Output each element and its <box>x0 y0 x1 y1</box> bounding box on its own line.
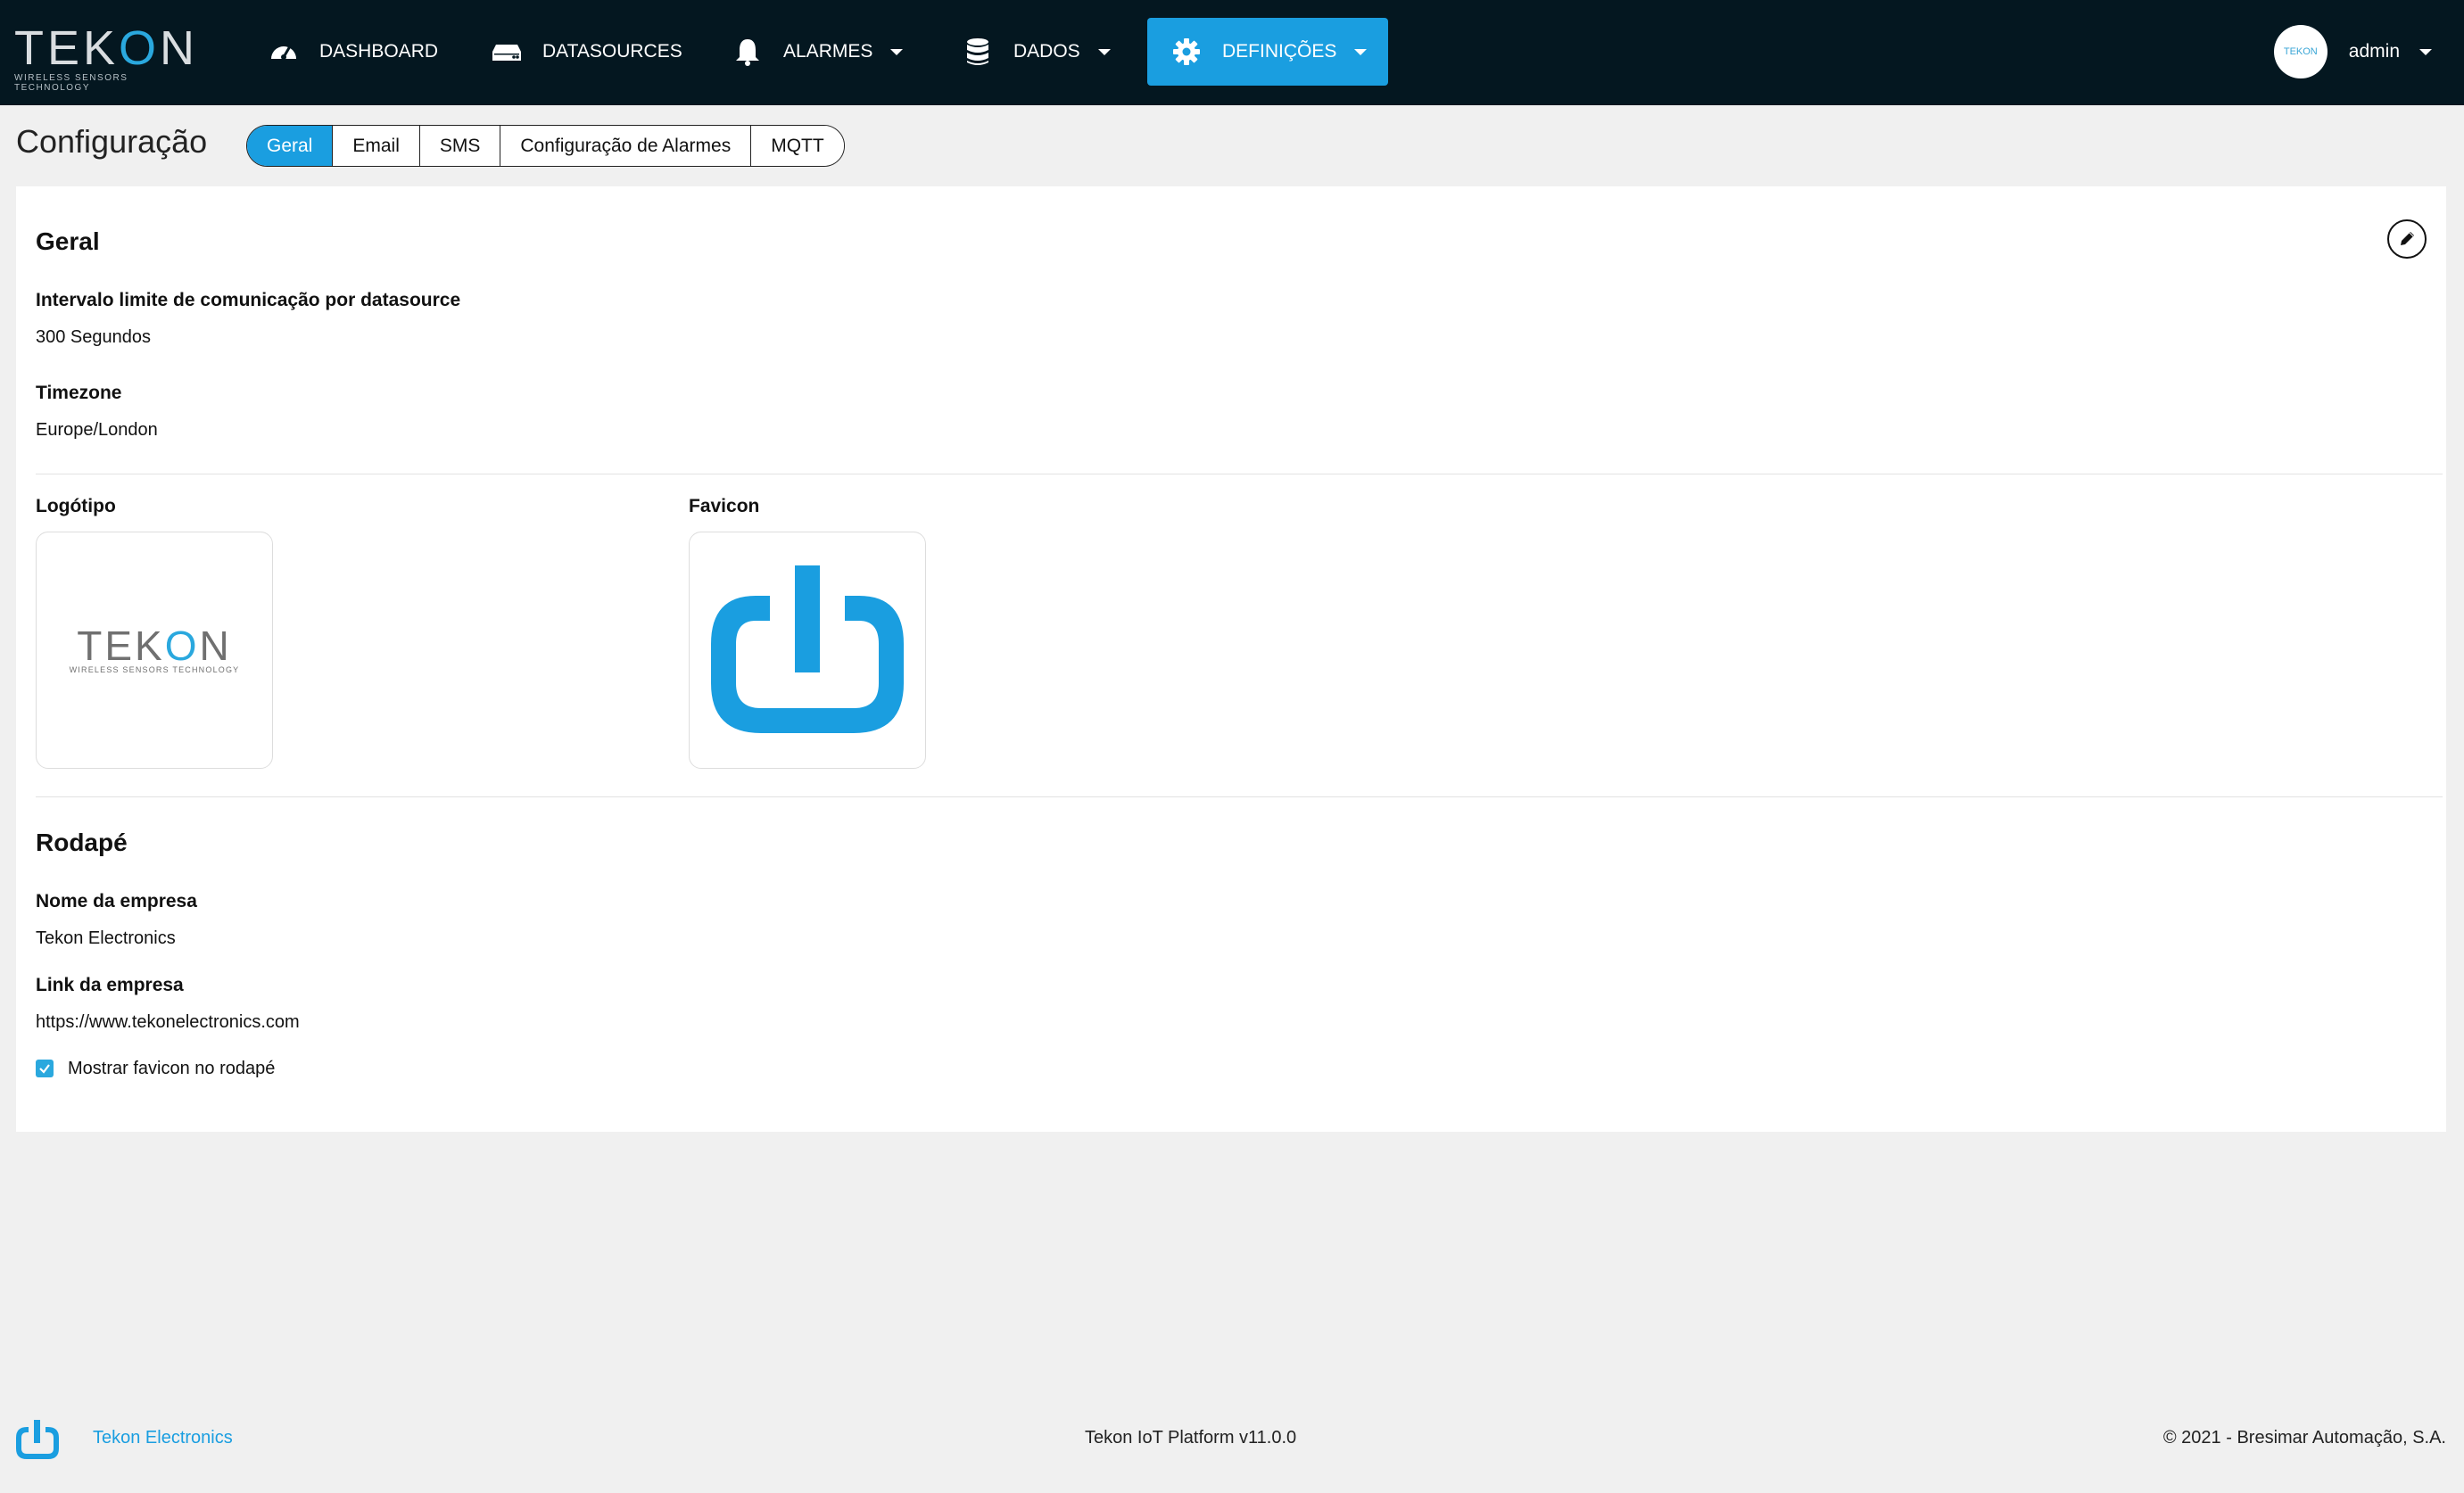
footer-company-link[interactable]: Tekon Electronics <box>93 1428 233 1448</box>
avatar: TEKON <box>2273 25 2328 78</box>
nav-dashboard-label: DASHBOARD <box>319 41 439 62</box>
check-icon <box>39 1064 50 1074</box>
comm-interval-value: 300 Segundos <box>36 327 152 347</box>
company-link-label: Link da empresa <box>36 975 184 995</box>
pencil-icon <box>2401 232 2414 245</box>
nav-alarms-label: ALARMES <box>783 41 873 62</box>
favicon-label: Favicon <box>689 496 760 516</box>
power-icon <box>711 565 904 733</box>
general-heading: Geral <box>36 227 100 255</box>
logo-image: TEKON WIRELESS SENSORS TECHNOLOGY <box>69 623 240 674</box>
top-navbar: TEKON WIRELESS SENSORS TECHNOLOGY DASHBO… <box>0 0 2464 105</box>
nav-data-label: DADOS <box>1013 41 1080 62</box>
chevron-down-icon <box>1097 48 1111 55</box>
nav-alarms[interactable]: ALARMES <box>732 18 904 86</box>
nav-settings[interactable]: DEFINIÇÕES <box>1147 18 1389 86</box>
gear-icon <box>1173 38 1200 65</box>
database-icon <box>967 38 988 65</box>
settings-card: Geral Intervalo limite de comunicação po… <box>16 186 2446 1132</box>
bell-icon <box>736 39 759 66</box>
brand-logo[interactable]: TEKON WIRELESS SENSORS TECHNOLOGY <box>14 21 199 93</box>
company-name-label: Nome da empresa <box>36 891 197 911</box>
favicon-image-box[interactable] <box>689 532 926 769</box>
power-icon <box>16 1420 59 1459</box>
speedometer-icon <box>271 45 296 60</box>
chevron-down-icon <box>1354 48 1368 55</box>
tab-general[interactable]: Geral <box>247 126 333 166</box>
user-menu[interactable]: TEKON admin <box>2273 23 2432 80</box>
server-icon <box>492 45 521 61</box>
tab-email[interactable]: Email <box>332 126 419 166</box>
edit-button[interactable] <box>2387 219 2427 259</box>
user-name: admin <box>2348 41 2400 62</box>
comm-interval-label: Intervalo limite de comunicação por data… <box>36 290 461 310</box>
tab-mqtt[interactable]: MQTT <box>750 126 844 166</box>
nav-data[interactable]: DADOS <box>962 18 1111 86</box>
company-name-value: Tekon Electronics <box>36 928 176 948</box>
show-favicon-checkbox[interactable] <box>36 1060 54 1077</box>
nav-datasources-label: DATASOURCES <box>542 41 682 62</box>
page-title: Configuração <box>16 123 208 160</box>
footer-copyright: © 2021 - Bresimar Automação, S.A. <box>2162 1428 2446 1448</box>
logo-image-box[interactable]: TEKON WIRELESS SENSORS TECHNOLOGY <box>36 532 273 769</box>
divider <box>36 796 2443 797</box>
timezone-label: Timezone <box>36 383 122 403</box>
chevron-down-icon <box>2419 48 2432 55</box>
company-link-value: https://www.tekonelectronics.com <box>36 1012 300 1032</box>
show-favicon-label[interactable]: Mostrar favicon no rodapé <box>68 1059 275 1079</box>
settings-tabs: Geral Email SMS Configuração de Alarmes … <box>246 125 845 167</box>
footer-platform-version: Tekon IoT Platform v11.0.0 <box>1085 1428 1297 1448</box>
chevron-down-icon <box>890 48 904 55</box>
brand-tagline: WIRELESS SENSORS TECHNOLOGY <box>14 73 128 93</box>
timezone-value: Europe/London <box>36 420 158 440</box>
nav-settings-label: DEFINIÇÕES <box>1222 41 1337 62</box>
nav-datasources[interactable]: DATASOURCES <box>491 18 682 86</box>
logo-label: Logótipo <box>36 496 116 516</box>
footer-heading: Rodapé <box>36 829 128 856</box>
tab-alarm-config[interactable]: Configuração de Alarmes <box>500 126 751 166</box>
brand-wordmark: TEKON <box>14 21 199 75</box>
tab-sms[interactable]: SMS <box>418 126 500 166</box>
nav-dashboard[interactable]: DASHBOARD <box>268 18 438 86</box>
